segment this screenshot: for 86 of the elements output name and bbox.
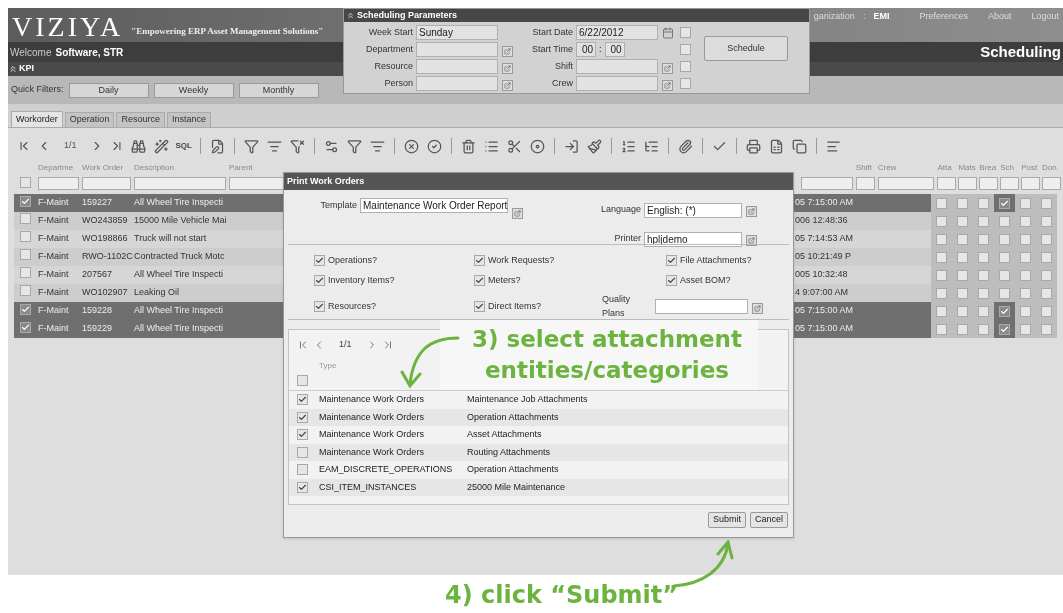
table-cell-text: F-Maint: [38, 304, 70, 318]
table-cell-text: All Wheel Tire Inspecti: [134, 322, 225, 336]
logo: VIZIYA: [12, 12, 124, 42]
field-label: Quality Plans: [602, 293, 631, 320]
separator-text: :: [862, 10, 866, 23]
table-cell-text: 15000 Mile Vehicle Mai: [134, 214, 228, 228]
quick-filters-label: Quick Filters:: [11, 83, 64, 97]
column-header: Shift: [855, 162, 873, 174]
table-cell-text: 4 9:07:00 AM: [795, 286, 850, 300]
table-cell-text: 05 7:15:00 AM: [795, 196, 855, 210]
table-cell-text: Maintenance Job Attachments: [467, 393, 588, 406]
table-cell-text: Maintenance Work Orders: [319, 410, 425, 424]
table-cell-text: F-Maint: [38, 250, 70, 264]
table-cell: Routing Attachments: [467, 445, 551, 459]
callout-text: 3) select attachment entities/categories: [471, 325, 743, 385]
table-cell-text: 05 10:21:49 P: [795, 250, 853, 264]
table-cell-text: F-Maint: [38, 214, 70, 228]
table-cell-text: 159229: [82, 322, 114, 336]
table-cell-text: F-Maint: [38, 232, 70, 246]
user-name: Software, STR: [55, 45, 124, 60]
field-label: Person: [383, 76, 414, 90]
column-header: Crew: [877, 162, 898, 174]
column-header: Type: [319, 360, 338, 371]
table-cell-text: WO243859: [82, 214, 129, 228]
callout-text: 4) click “Submit”: [445, 580, 679, 610]
table-cell: RWO-1102C: [82, 250, 134, 264]
table-cell: Operation Attachments: [467, 410, 559, 424]
table-cell-text: F-Maint: [38, 268, 70, 282]
table-cell-text: All Wheel Tire Inspecti: [134, 268, 225, 282]
table-cell-text: Asset Attachments: [467, 428, 542, 441]
column-header: Brea: [979, 162, 998, 174]
table-cell-text: WO102907: [82, 286, 129, 300]
field-label: Template: [319, 199, 358, 212]
table-cell-text: 006 12:48:36: [795, 214, 849, 228]
table-cell-text: F-Maint: [38, 286, 70, 300]
table-cell-text: Contracted Truck Motc: [134, 250, 226, 264]
column-header: Description: [134, 162, 175, 174]
table-cell-text: Truck will not start: [134, 232, 208, 246]
table-cell-text: EAM_DISCRETE_OPERATIONS: [319, 463, 454, 476]
field-label: Crew: [551, 76, 574, 90]
column-header: Sch: [1000, 162, 1016, 174]
module-title: Scheduling: [980, 41, 1061, 62]
field-label: Week Start: [367, 25, 414, 39]
column-header: Atta: [937, 162, 953, 174]
table-cell: 25000 Mile Maintenance: [467, 480, 566, 494]
column-header: Parent: [229, 162, 254, 174]
table-cell-text: 207567: [82, 268, 114, 282]
panel-title: Scheduling Parameters: [357, 8, 458, 22]
table-cell-text: 05 7:15:00 AM: [795, 322, 855, 336]
page-indicator: 1/1: [339, 338, 352, 352]
table-cell-text: 159227: [82, 196, 114, 210]
column-header: Post: [1021, 162, 1039, 174]
table-cell-text: 159228: [82, 304, 114, 318]
field-label: Start Date: [531, 25, 574, 39]
time-separator: :: [599, 42, 602, 56]
welcome-label: Welcome: [10, 45, 52, 60]
table-cell-text: F-Maint: [38, 196, 70, 210]
table-cell-text: Leaking Oil: [134, 286, 181, 300]
column-header: Don: [1042, 162, 1058, 174]
field-label: Language: [599, 203, 642, 217]
column-header: Departme: [38, 162, 75, 174]
column-header: Mats: [958, 162, 977, 174]
table-cell-text: F-Maint: [38, 322, 70, 336]
table-cell-text: All Wheel Tire Inspecti: [134, 196, 225, 210]
table-cell-text: Maintenance Work Orders: [319, 393, 425, 406]
dialog-title: Print Work Orders: [287, 174, 365, 188]
tagline: "Empowering ERP Asset Management Solutions": [131, 25, 324, 38]
organization-value: EMI: [873, 10, 890, 23]
table-cell-text: CSI_ITEM_INSTANCES: [319, 480, 418, 494]
table-cell-text: Maintenance Work Orders: [319, 445, 425, 459]
table-cell-text: 005 10:32:48: [795, 268, 849, 282]
table-cell-text: 05 7:15:00 AM: [795, 304, 855, 318]
field-label: Resource: [373, 59, 414, 73]
organization-label: ganization: [813, 10, 855, 23]
field-label: Shift: [554, 59, 574, 73]
table-cell-text: All Wheel Tire Inspecti: [134, 304, 225, 318]
column-header: Work Order: [82, 162, 125, 174]
kpi-label: KPI: [19, 62, 34, 76]
table-cell-text: WO198866: [82, 232, 129, 246]
table-cell-text: Maintenance Work Orders: [319, 428, 425, 441]
field-label: Start Time: [531, 42, 574, 56]
table-cell-text: 05 7:14:53 AM: [795, 232, 855, 246]
field-label: Department: [364, 42, 414, 56]
table-cell-text: Operation Attachments: [467, 463, 559, 476]
page-indicator: 1/1: [64, 139, 77, 153]
field-label: Printer: [613, 232, 642, 246]
